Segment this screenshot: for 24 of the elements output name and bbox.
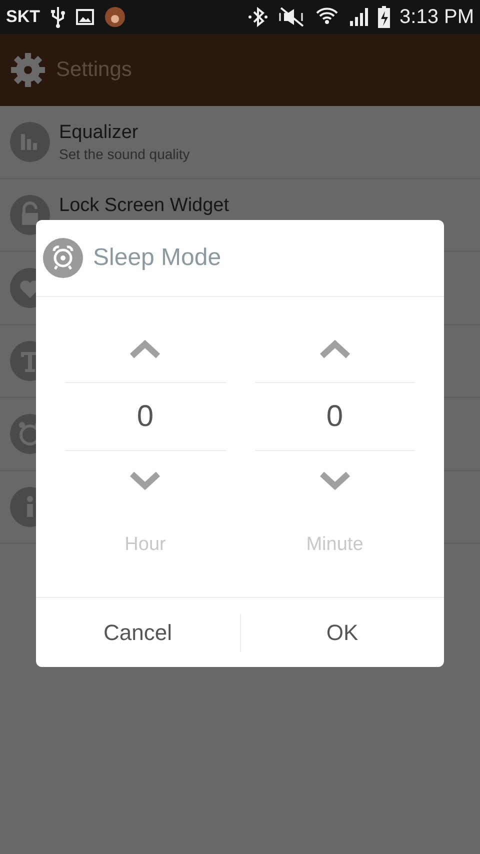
battery-charging-icon (378, 6, 390, 28)
bluetooth-icon (248, 6, 268, 28)
chevron-up-icon (318, 339, 351, 359)
number-field[interactable]: 0 (65, 382, 226, 451)
muted-vibrate-icon (278, 6, 306, 28)
alarm-clock-icon (43, 238, 83, 278)
chevron-up-icon (129, 339, 162, 359)
signal-icon (348, 7, 368, 27)
carrier-name: SKT (6, 6, 40, 28)
clock: 3:13 PM (400, 5, 474, 30)
chevron-down-icon (318, 471, 351, 491)
setting-title: Equalizer (59, 121, 140, 145)
setting-subtitle: Set the sound quality (59, 145, 190, 163)
number-field[interactable]: 0 (254, 382, 415, 451)
chevron-down-icon (129, 471, 162, 491)
bear-face-icon (104, 6, 126, 28)
dialog-title: Sleep Mode (93, 243, 222, 273)
settings-icon (10, 52, 46, 88)
setting-title: Lock Screen Widget (59, 194, 230, 218)
image-icon (76, 9, 94, 25)
dialog-button[interactable]: OK (240, 598, 444, 667)
equalizer-icon (10, 122, 50, 162)
dialog-button[interactable]: Cancel (36, 598, 240, 667)
usb-icon (50, 6, 66, 28)
